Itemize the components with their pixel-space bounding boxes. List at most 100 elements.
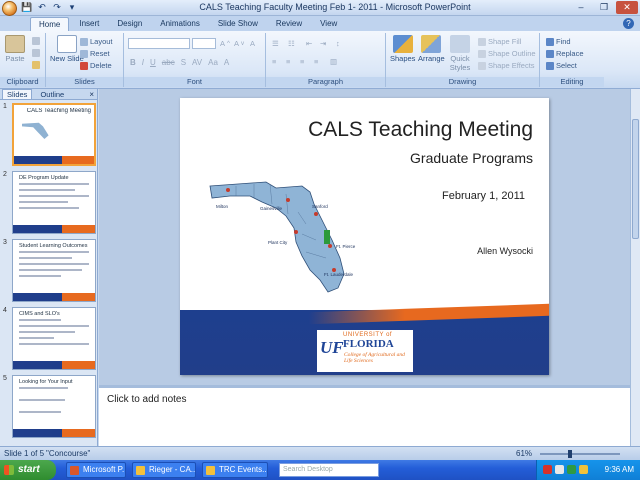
tab-view[interactable]: View — [312, 17, 345, 31]
clear-format-icon[interactable]: A — [250, 39, 255, 48]
line-spacing-icon[interactable]: ↕ — [336, 39, 340, 48]
arrange-button[interactable]: Arrange — [418, 35, 445, 63]
ribbon: Paste Clipboard New Slide Layout Reset D… — [0, 31, 640, 89]
redo-icon[interactable]: ↷ — [51, 2, 63, 13]
customize-qat-icon[interactable]: ▾ — [66, 2, 78, 13]
tab-insert[interactable]: Insert — [71, 17, 107, 31]
office-button[interactable] — [2, 1, 17, 16]
undo-icon[interactable]: ↶ — [36, 2, 48, 13]
shape-fill-button[interactable]: Shape Fill — [478, 37, 521, 46]
tab-slide-show[interactable]: Slide Show — [210, 17, 266, 31]
layout-button[interactable]: Layout — [80, 37, 113, 46]
scrollbar-thumb[interactable] — [632, 119, 639, 239]
tray-icon[interactable] — [555, 465, 564, 474]
slide-thumbnail[interactable]: CIMS and SLO's — [12, 307, 96, 370]
zoom-slider-handle[interactable] — [568, 450, 572, 458]
grow-font-icon[interactable]: A ^ — [220, 39, 230, 48]
slide-thumbnail[interactable]: DE Program Update — [12, 171, 96, 234]
copy-icon[interactable] — [32, 49, 40, 57]
maximize-button[interactable]: ❐ — [593, 1, 615, 14]
tab-outline[interactable]: Outline — [36, 90, 68, 99]
find-button[interactable]: Find — [546, 37, 571, 46]
save-icon[interactable]: 💾 — [21, 2, 33, 13]
format-painter-icon[interactable] — [32, 61, 40, 69]
quick-styles-button[interactable]: Quick Styles — [446, 35, 474, 72]
font-family-dropdown[interactable] — [128, 38, 190, 49]
tab-slides[interactable]: Slides — [2, 89, 33, 99]
tab-home[interactable]: Home — [30, 17, 70, 31]
zoom-slider[interactable] — [540, 453, 620, 455]
shapes-button[interactable]: Shapes — [390, 35, 415, 63]
slide-thumbnail[interactable]: Student Learning Outcomes — [12, 239, 96, 302]
underline-button[interactable]: U — [150, 58, 156, 67]
tray-icon[interactable] — [567, 465, 576, 474]
slide-editing-area: CALS Teaching Meeting Graduate Programs … — [99, 89, 630, 385]
slide-thumbnail-row[interactable]: 5 Looking for Your Input — [2, 375, 96, 439]
help-icon[interactable]: ? — [623, 18, 634, 29]
italic-button[interactable]: I — [142, 58, 144, 67]
taskbar-item-rieger[interactable]: Rieger - CA... — [132, 462, 196, 478]
strikethrough-button[interactable]: abc — [162, 58, 175, 67]
thumbnail-footer-band — [14, 156, 94, 164]
justify-icon[interactable]: ≡ — [314, 57, 318, 66]
tray-icon[interactable] — [543, 465, 552, 474]
font-size-dropdown[interactable] — [192, 38, 216, 49]
cut-icon[interactable] — [32, 37, 40, 45]
arrange-icon — [421, 35, 442, 53]
font-color-button[interactable]: A — [224, 58, 229, 67]
shape-effects-button[interactable]: Shape Effects — [478, 61, 535, 70]
paste-button[interactable]: Paste — [5, 35, 25, 63]
shapes-icon — [392, 35, 413, 53]
editing-label: Editing — [540, 77, 604, 87]
slide-canvas[interactable]: CALS Teaching Meeting Graduate Programs … — [180, 98, 549, 375]
align-right-icon[interactable]: ≡ — [300, 57, 304, 66]
slide-author[interactable]: Allen Wysocki — [477, 246, 533, 256]
tab-design[interactable]: Design — [109, 17, 150, 31]
notes-pane[interactable]: Click to add notes — [99, 385, 630, 446]
columns-icon[interactable]: ▥ — [330, 57, 337, 66]
desktop-search-input[interactable]: Search Desktop — [279, 463, 379, 477]
thumbnail-footer-band — [13, 361, 95, 369]
shrink-font-icon[interactable]: Av — [234, 39, 244, 48]
decrease-indent-icon[interactable]: ⇤ — [306, 39, 312, 48]
align-left-icon[interactable]: ≡ — [272, 57, 276, 66]
change-case-button[interactable]: Aa — [208, 58, 218, 67]
close-pane-icon[interactable]: × — [89, 90, 94, 99]
slide-title[interactable]: CALS Teaching Meeting — [180, 118, 533, 142]
tab-animations[interactable]: Animations — [152, 17, 208, 31]
tab-review[interactable]: Review — [268, 17, 310, 31]
slide-thumbnail-row[interactable]: 4 CIMS and SLO's — [2, 307, 96, 371]
quick-styles-icon — [450, 35, 470, 53]
font-label: Font — [124, 77, 265, 87]
bold-button[interactable]: B — [130, 58, 136, 67]
slide-thumbnail[interactable]: CALS Teaching Meeting — [12, 103, 96, 166]
slide-thumbnail-row[interactable]: 2 DE Program Update — [2, 171, 96, 235]
slide-thumbnail-row[interactable]: 1 CALS Teaching Meeting — [2, 103, 96, 167]
slide-date[interactable]: February 1, 2011 — [442, 190, 525, 202]
select-button[interactable]: Select — [546, 61, 577, 70]
start-button[interactable]: start — [0, 460, 56, 480]
tray-icon[interactable] — [579, 465, 588, 474]
align-center-icon[interactable]: ≡ — [286, 57, 290, 66]
replace-button[interactable]: Replace — [546, 49, 584, 58]
paste-icon — [5, 35, 25, 53]
slide-thumbnail-row[interactable]: 3 Student Learning Outcomes — [2, 239, 96, 303]
notes-placeholder[interactable]: Click to add notes — [107, 394, 187, 405]
reset-button[interactable]: Reset — [80, 49, 110, 58]
close-button[interactable]: ✕ — [616, 1, 638, 14]
taskbar-item-powerpoint[interactable]: Microsoft P... — [66, 462, 126, 478]
vertical-scrollbar[interactable] — [630, 89, 640, 446]
numbering-icon[interactable]: ☷ — [288, 39, 295, 48]
spacing-button[interactable]: AV — [192, 58, 202, 67]
minimize-button[interactable]: – — [570, 1, 592, 14]
increase-indent-icon[interactable]: ⇥ — [320, 39, 326, 48]
bullets-icon[interactable]: ☰ — [272, 39, 279, 48]
shape-outline-button[interactable]: Shape Outline — [478, 49, 536, 58]
zoom-level[interactable]: 61% — [516, 449, 532, 458]
slide-subtitle[interactable]: Graduate Programs — [410, 150, 533, 166]
slide-thumbnail[interactable]: Looking for Your Input — [12, 375, 96, 438]
delete-button[interactable]: Delete — [80, 61, 112, 70]
new-slide-button[interactable]: New Slide — [50, 35, 84, 63]
shadow-button[interactable]: S — [181, 58, 186, 67]
taskbar-item-trc-events[interactable]: TRC Events... — [202, 462, 268, 478]
